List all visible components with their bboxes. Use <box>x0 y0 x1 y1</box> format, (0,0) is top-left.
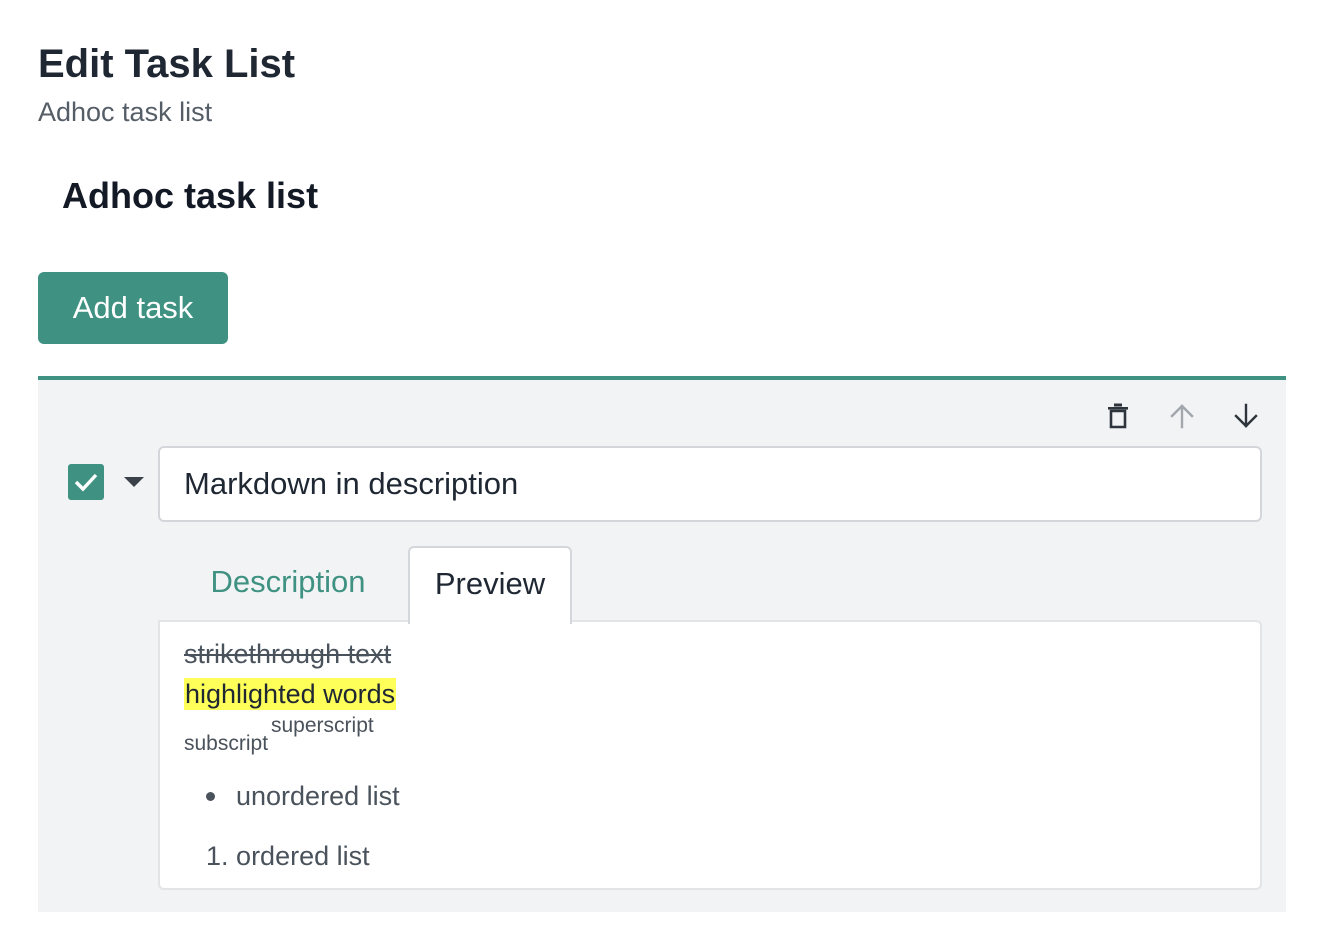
tab-preview[interactable]: Preview <box>408 546 572 624</box>
preview-highlighted-text: highlighted words <box>184 678 397 710</box>
delete-task-button[interactable] <box>1098 396 1138 436</box>
move-down-button[interactable] <box>1226 396 1266 436</box>
checkmark-icon <box>74 473 98 492</box>
tab-description[interactable]: Description <box>190 546 386 622</box>
preview-ordered-list-number: 1. <box>206 841 229 871</box>
arrow-down-icon <box>1234 403 1258 428</box>
trash-icon <box>1108 403 1128 429</box>
preview-ordered-list-item: 1. ordered list <box>206 840 370 872</box>
expand-toggle[interactable] <box>120 470 148 494</box>
preview-superscript: superscript <box>271 714 374 737</box>
task-list-name: Adhoc task list <box>62 175 319 216</box>
task-item-panel: Description Preview strikethrough text h… <box>38 376 1286 912</box>
preview-unordered-list-text: unordered list <box>236 781 400 811</box>
preview-strikethrough-text: strikethrough text <box>184 639 392 669</box>
add-task-button[interactable]: Add task <box>38 272 228 344</box>
preview-ordered-list-text: ordered list <box>236 841 370 871</box>
page-subtitle: Adhoc task list <box>38 97 213 127</box>
task-complete-checkbox[interactable] <box>68 464 104 500</box>
markdown-preview: strikethrough text highlighted words sub… <box>158 620 1262 890</box>
preview-subscript: subscript <box>184 732 269 755</box>
page-title: Edit Task List <box>38 42 296 86</box>
arrow-up-icon <box>1170 404 1194 429</box>
bullet-icon <box>206 792 215 801</box>
task-title-input[interactable] <box>158 446 1262 522</box>
move-up-button[interactable] <box>1162 396 1202 436</box>
caret-down-icon <box>124 477 144 487</box>
